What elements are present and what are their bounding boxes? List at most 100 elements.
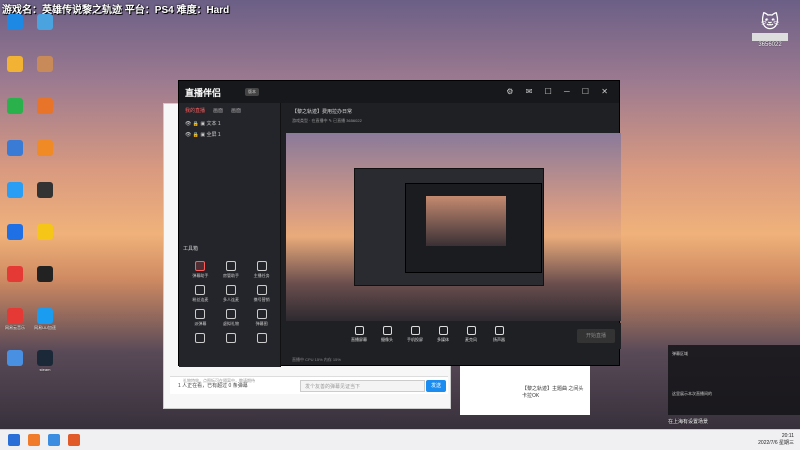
toolbar-icon (410, 326, 420, 335)
steam-icon (37, 350, 53, 366)
toolbar-button[interactable]: 麦克风 (458, 326, 484, 343)
send-button[interactable]: 发送 (426, 380, 446, 392)
green-plus-icon (7, 98, 23, 114)
tool-label: 携号营销 (253, 297, 270, 302)
desktop-icon[interactable] (4, 14, 26, 31)
tool-item[interactable]: 派弹幕 (185, 309, 216, 327)
scene-tabs: 我的直播 画面 画面 (179, 103, 280, 118)
tool-item[interactable]: 多人连麦 (216, 285, 247, 303)
clock-time: 20:11 (781, 433, 794, 439)
tool-item[interactable]: 粉丝连麦 (185, 285, 216, 303)
feishu-icon (7, 224, 23, 240)
capcut-icon (37, 266, 53, 282)
toolbar-label: 手机投屏 (407, 337, 423, 342)
chat-input[interactable]: 发个友善的弹幕见证当下 (300, 380, 425, 392)
desktop-icon[interactable] (4, 56, 26, 73)
taskbar: 20:11 2022/7/6 星期三 (0, 429, 800, 450)
tab-scene[interactable]: 画面 (213, 107, 223, 114)
tab-my-live[interactable]: 我的直播 (185, 107, 205, 114)
desktop-icon-label: steam (39, 367, 51, 372)
desktop-icon[interactable] (4, 266, 26, 283)
tool-item[interactable] (216, 333, 247, 345)
live-app-icon[interactable] (68, 434, 80, 446)
desktop-icon[interactable] (34, 98, 56, 115)
nested-preview (354, 168, 544, 286)
tool-item[interactable] (185, 333, 216, 345)
toolbar-icon (494, 326, 504, 335)
toolbar-icon (354, 326, 364, 335)
scene-label: 全屏 1 (206, 132, 221, 138)
game-icon (37, 56, 53, 72)
tool-label: 多人连麦 (222, 297, 239, 302)
desktop-icon[interactable] (4, 224, 26, 241)
danmaku-summary: 这里展示本次直播间的 (672, 391, 712, 396)
preview-canvas[interactable] (286, 133, 621, 321)
bird-icon (37, 98, 53, 114)
desktop-icon[interactable] (4, 350, 26, 367)
desktop-icon[interactable] (34, 14, 56, 31)
video-card[interactable]: 【黎之轨迹】主题曲 之间头 卡拉OK (460, 365, 590, 415)
tool-icon (225, 285, 236, 295)
desktop-icon[interactable] (34, 140, 56, 157)
tab-scene-2[interactable]: 画面 (231, 107, 241, 114)
tool-item[interactable]: 主播任务 (246, 261, 277, 279)
desktop-icon[interactable] (34, 266, 56, 283)
room-subtitle: 游戏类型 · 在直播中 ✎ 已直播 3656022 (292, 118, 362, 123)
desktop-icon-label: 网易UU加速 (34, 325, 56, 330)
tool-label: 房管助手 (222, 273, 239, 278)
netease-music-icon (7, 308, 23, 324)
streamer-id: 3656022 (758, 42, 782, 48)
nested-preview-2 (405, 183, 542, 273)
danmaku-panel: 弹幕区域 这里展示本次直播间的 (668, 345, 800, 415)
start-icon[interactable] (8, 434, 20, 446)
scene-item-fullscreen[interactable]: 👁 🔒 ▣ 全屏 1 (179, 129, 280, 140)
tool-item[interactable]: 房管助手 (216, 261, 247, 279)
toolbar-button[interactable]: 扬声器 (486, 326, 512, 343)
desktop-icon-label: 网易云音乐 (5, 325, 25, 330)
toolbar-button[interactable]: 摄像头 (374, 326, 400, 343)
streamer-widget: 🐱 3656022 (748, 12, 792, 48)
toolbar-label: 直播屏幕 (351, 337, 367, 342)
live-companion-window: 直播伴侣 版本 ⚙ ✉ ☐ ─ ☐ ✕ 我的直播 画面 画面 👁 🔒 ▣ 文本 … (178, 80, 621, 383)
browser-icon[interactable] (48, 434, 60, 446)
toolbar-label: 摄像头 (381, 337, 393, 342)
app-icon[interactable] (28, 434, 40, 446)
notice-text: 礼物特效，点图标可在隔离中，敬请期待 (183, 378, 255, 383)
desktop-icon[interactable] (34, 182, 56, 199)
recycle-bin-icon (37, 14, 53, 30)
desktop-icon[interactable]: steam (34, 350, 56, 372)
desktop-icon[interactable]: 网易云音乐 (4, 308, 26, 331)
desktop-icon[interactable]: 网易UU加速 (34, 308, 56, 331)
tool-icon (256, 309, 267, 319)
toolbar-button[interactable]: 直播屏幕 (346, 326, 372, 343)
orange-app-icon (37, 140, 53, 156)
toolbar-button[interactable]: 多媒体 (430, 326, 456, 343)
start-live-button[interactable]: 开始直播 (577, 329, 615, 343)
app-logo: 直播伴侣 (185, 88, 222, 98)
desktop-icon[interactable] (4, 98, 26, 115)
desktop-icon[interactable] (34, 56, 56, 73)
desktop-icon[interactable] (4, 140, 26, 157)
tool-label: 虚拟礼物 (222, 321, 239, 326)
scene-item-text[interactable]: 👁 🔒 ▣ 文本 1 (179, 118, 280, 129)
toolbar-label: 扬声器 (493, 337, 505, 342)
tool-icon (256, 333, 267, 343)
toolbar-icon (438, 326, 448, 335)
tool-item[interactable]: 弹幕助手 (185, 261, 216, 279)
tool-item[interactable]: 携号营销 (246, 285, 277, 303)
stage-area: 【黎之轨迹】费用拉办日常 游戏类型 · 在直播中 ✎ 已直播 3656022 开… (286, 103, 621, 367)
tool-item[interactable]: 弹幕图 (246, 309, 277, 327)
tool-icon (195, 309, 206, 319)
tool-item[interactable]: 虚拟礼物 (216, 309, 247, 327)
window-controls[interactable]: ⚙ ✉ ☐ ─ ☐ ✕ (506, 87, 613, 96)
toolbar-icon (466, 326, 476, 335)
tool-label: 主播任务 (253, 273, 270, 278)
toolbar-button[interactable]: 手机投屏 (402, 326, 428, 343)
tool-item[interactable] (246, 333, 277, 345)
tool-icon (195, 333, 206, 343)
desktop-icon[interactable] (34, 224, 56, 241)
toolbox-grid: 弹幕助手 房管助手 主播任务粉丝连麦 多人连麦 携号营销派弹幕 虚拟礼物 弹幕图 (185, 261, 277, 345)
video-card-title: 【黎之轨迹】主题曲 之间头 卡拉OK (522, 386, 584, 399)
clock: 20:11 2022/7/6 星期三 (758, 433, 794, 447)
desktop-icon[interactable] (4, 182, 26, 199)
